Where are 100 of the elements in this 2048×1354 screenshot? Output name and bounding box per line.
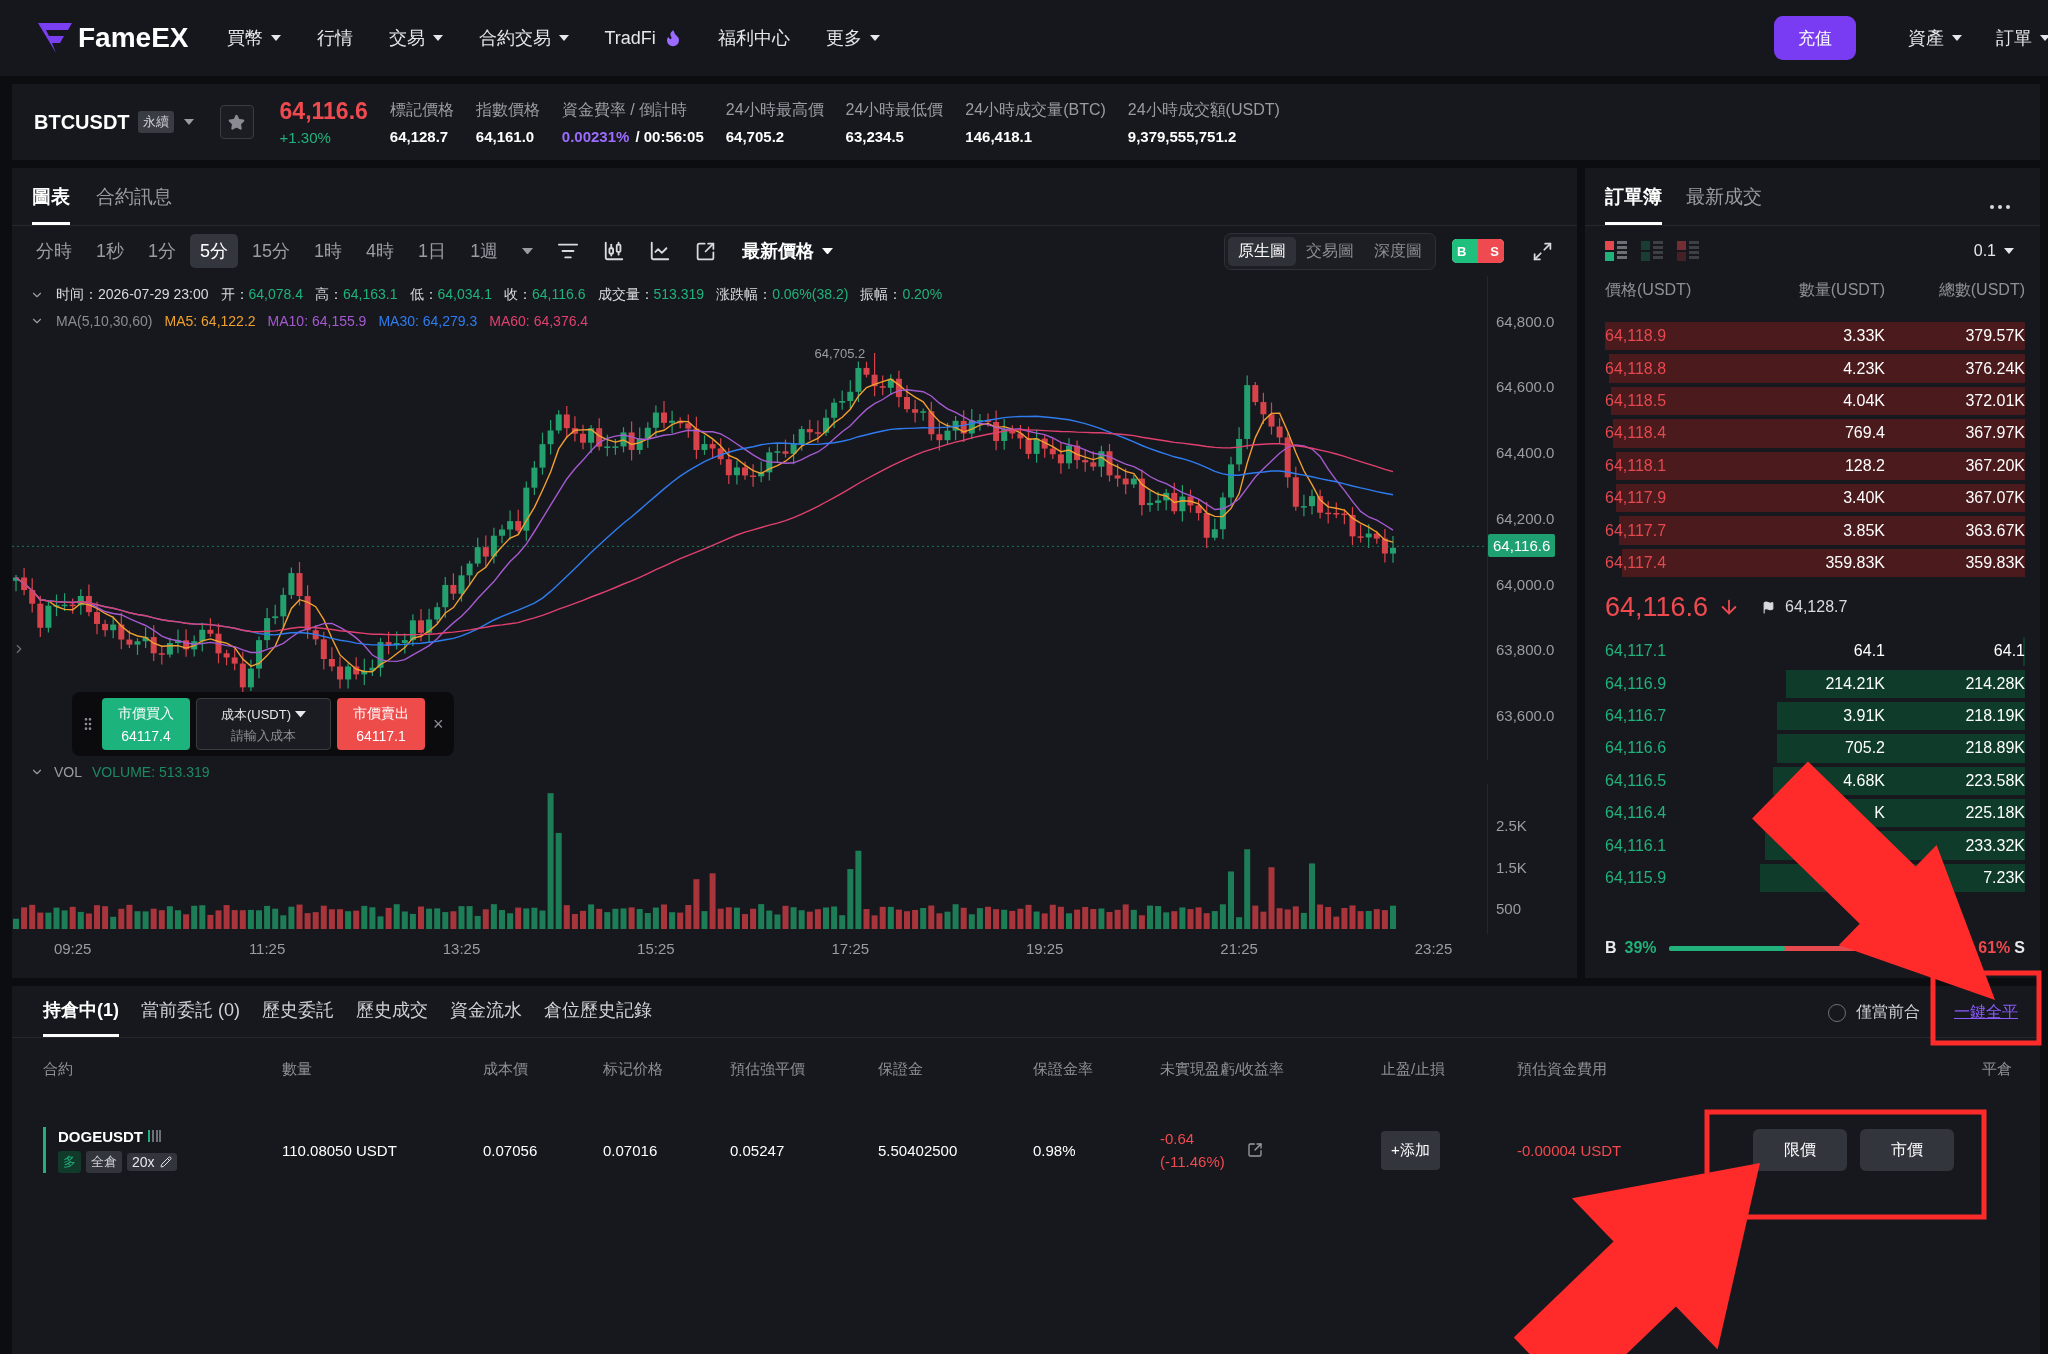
cost-field[interactable]: 成本(USDT) 請輸入成本 <box>196 698 331 750</box>
bid-row[interactable]: 64,116.9 214.21K 214.28K <box>1605 667 2025 700</box>
ask-row[interactable]: 64,118.5 4.04K 372.01K <box>1605 384 2025 418</box>
ask-total: 372.01K <box>1964 391 2025 410</box>
order-book-tab[interactable]: 最新成交 <box>1686 184 1762 225</box>
nav-menu-item[interactable]: 福利中心 <box>717 26 790 50</box>
ma-value: MA10: 64,155.9 <box>267 313 367 329</box>
table-cell-text: 0.07016 <box>603 1141 659 1159</box>
ask-total: 359.83K <box>1964 553 2025 572</box>
ask-row[interactable]: 64,118.1 128.2 367.20K <box>1605 449 2025 482</box>
ma-value: MA5: 64,122.2 <box>164 313 256 329</box>
positions-tab[interactable]: 歷史委託 <box>262 998 334 1037</box>
nav-menu-item[interactable]: 行情 <box>316 26 353 50</box>
legend-item: 低：64,034.1 <box>409 286 493 304</box>
add-tpsl-button[interactable]: +添加 <box>1381 1130 1440 1170</box>
price-axis-label: 64,000.0 <box>1496 575 1555 593</box>
price-axis-label: 64,800.0 <box>1496 312 1555 330</box>
bid-row[interactable]: 64,116.7 3.91K 218.19K <box>1605 699 2025 733</box>
ask-total: 367.20K <box>1964 456 2025 475</box>
ask-price: 64,117.4 <box>1605 553 1668 572</box>
contract-tag: 永續 <box>137 111 174 133</box>
ask-row[interactable]: 64,118.8 4.23K 376.24K <box>1605 352 2025 385</box>
order-book-tab[interactable]: 訂單簿 <box>1605 184 1662 225</box>
bid-row[interactable]: 64,116.6 705.2 218.89K <box>1605 732 2025 765</box>
bid-price: 64,116.5 <box>1605 771 1668 790</box>
nav-menu-item[interactable]: 訂單 <box>1996 26 2048 50</box>
positions-tab[interactable]: 資金流水 <box>450 998 522 1037</box>
ask-price: 64,118.5 <box>1605 391 1668 410</box>
interval-button[interactable]: 分時 <box>26 234 82 268</box>
legend-item: 高：64,163.1 <box>315 286 398 304</box>
interval-button[interactable]: 4時 <box>356 234 405 268</box>
logo-text: FameEX <box>78 22 189 54</box>
deposit-button[interactable]: 充值 <box>1774 16 1856 60</box>
ask-row[interactable]: 64,117.4 359.83K 359.83K <box>1605 546 2025 580</box>
price-axis-label: 64,600.0 <box>1496 378 1555 396</box>
nav-menu-item[interactable]: 資產 <box>1908 26 1962 50</box>
volume-axis-label: 2.5K <box>1496 817 1527 834</box>
ask-row[interactable]: 64,118.9 3.33K 379.57K <box>1605 320 2025 353</box>
ask-row[interactable]: 64,117.7 3.85K 363.67K <box>1605 514 2025 547</box>
positions-tab[interactable]: 持倉中(1) <box>43 998 119 1037</box>
ask-row[interactable]: 64,118.4 769.4 367.97K <box>1605 417 2025 450</box>
nav-menu-item[interactable]: 更多 <box>825 26 880 50</box>
nav-menu-item[interactable]: 交易 <box>388 26 443 50</box>
bid-quantity: 64.1 <box>1852 642 1885 661</box>
interval-button[interactable]: 1日 <box>408 234 457 268</box>
legend-item: 涨跌幅：0.06%(38.2) <box>716 286 849 304</box>
interval-button[interactable]: 1週 <box>460 234 509 268</box>
precision-dropdown[interactable]: 0.1 <box>1967 241 2020 261</box>
interval-button[interactable]: 5分 <box>190 234 239 268</box>
time-axis-label: 13:25 <box>442 940 481 957</box>
buy-sell-toggle[interactable]: B S <box>1452 239 1504 263</box>
price-type-dropdown[interactable]: 最新價格 <box>736 238 840 264</box>
stat-label: 24小時成交額(USDT) <box>1127 99 1280 120</box>
close-position-button[interactable]: 市價 <box>1860 1129 1954 1171</box>
volume-axis-label: 1.5K <box>1496 858 1527 876</box>
legend-item: 收：64,116.6 <box>504 286 586 304</box>
last-price: 64,116.6 <box>279 98 368 125</box>
view-mode-tab[interactable]: 深度圖 <box>1364 236 1432 266</box>
nav-menu-item[interactable]: 買幣 <box>226 26 281 50</box>
bid-row[interactable]: 64,117.1 64.1 64.1 <box>1605 635 2025 668</box>
nav-menu-item[interactable]: 合約交易 <box>478 26 569 50</box>
ask-quantity: 128.2 <box>1843 456 1885 475</box>
view-mode-tab[interactable]: 原生圖 <box>1228 236 1296 266</box>
legend-time: 时间：2026-07-29 23:00 <box>56 286 209 304</box>
ask-total: 379.57K <box>1964 327 2025 346</box>
positions-tab[interactable]: 歷史成交 <box>356 998 428 1037</box>
close-position-button[interactable]: 限價 <box>1753 1129 1847 1171</box>
market-sell-button[interactable]: 市價賣出 64117.1 <box>337 698 425 750</box>
close-button[interactable]: × <box>431 713 446 735</box>
close-all-link[interactable]: 一鍵全平 <box>1954 1002 2018 1023</box>
interval-button[interactable]: 1分 <box>138 234 187 268</box>
symbol-name: BTCUSDT <box>34 110 130 134</box>
bid-price: 64,115.9 <box>1605 869 1668 888</box>
time-axis-label: 09:25 <box>53 940 92 957</box>
stat-value: 146,418.1 <box>965 127 1034 145</box>
price-axis-label: 63,800.0 <box>1496 641 1555 659</box>
buy-label: B <box>1605 939 1617 957</box>
chart-tab[interactable]: 合約訊息 <box>96 184 172 225</box>
interval-button[interactable]: 15分 <box>242 234 301 268</box>
column-header: 數量(USDT) <box>1797 280 1885 300</box>
positions-tab[interactable]: 倉位歷史記錄 <box>544 998 652 1037</box>
price-axis-label: 63,600.0 <box>1496 707 1555 725</box>
column-header: 預估資金費用 <box>1517 1059 1608 1079</box>
ma-label: MA(5,10,30,60) <box>56 313 153 329</box>
interval-button[interactable]: 1時 <box>304 234 353 268</box>
ask-quantity: 4.04K <box>1842 391 1885 410</box>
positions-tab[interactable]: 當前委託 (0) <box>141 998 240 1037</box>
bid-price: 64,116.9 <box>1605 674 1668 693</box>
last-price: 64,116.6 <box>1605 591 1709 623</box>
volume-axis-label: 500 <box>1496 899 1522 917</box>
unit-dropdown[interactable]: 成本(USDT) <box>220 705 306 724</box>
contract-symbol: DOGEUSDT <box>58 1127 143 1145</box>
stat-label: 指數價格 <box>475 99 540 120</box>
view-mode-tab[interactable]: 交易圖 <box>1296 236 1364 266</box>
bid-quantity: 214.21K <box>1824 674 1885 693</box>
leverage-button[interactable]: 20x <box>127 1152 177 1171</box>
ask-row[interactable]: 64,117.9 3.40K 367.07K <box>1605 481 2025 515</box>
interval-button[interactable]: 1秒 <box>86 234 134 268</box>
nav-menu-item[interactable]: TradFi <box>604 27 682 49</box>
chart-tab[interactable]: 圖表 <box>32 184 70 225</box>
